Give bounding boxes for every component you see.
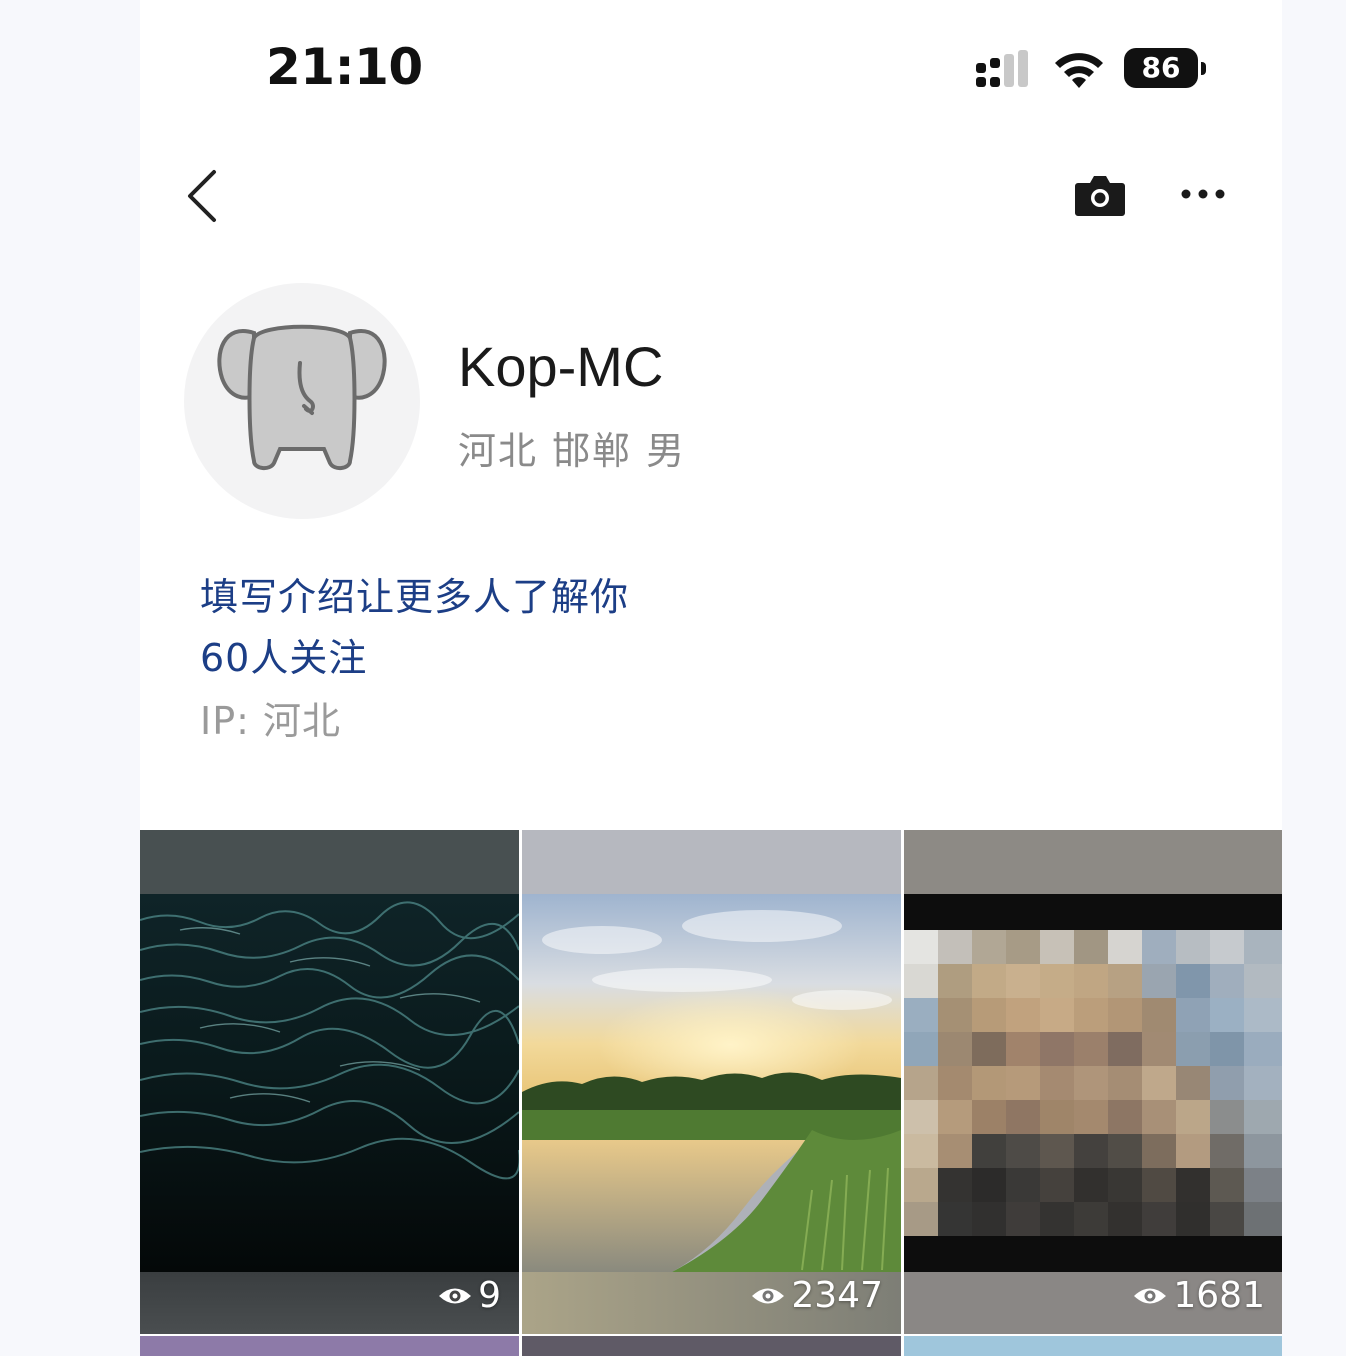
view-count: 9 bbox=[438, 1275, 501, 1316]
view-count-value: 9 bbox=[478, 1275, 501, 1316]
post-image-blurred bbox=[904, 830, 1282, 1334]
avatar[interactable] bbox=[184, 283, 420, 519]
eye-icon bbox=[439, 1288, 472, 1303]
ip-location: IP: 河北 bbox=[200, 699, 342, 743]
back-icon[interactable] bbox=[182, 166, 222, 226]
post-tile[interactable]: 1681 bbox=[904, 830, 1282, 1334]
battery-icon: 86 bbox=[1124, 48, 1198, 88]
username: Kop-MC bbox=[458, 335, 664, 398]
post-tile-partial[interactable] bbox=[904, 1336, 1282, 1356]
bio-prompt-link[interactable]: 填写介绍让更多人了解你 bbox=[200, 566, 629, 621]
post-grid: 9 2347 1681 bbox=[140, 830, 1282, 1356]
elephant-icon bbox=[217, 324, 387, 470]
profile-screen: 21:10 86 Kop-MC 河北 邯郸 男 填写介绍让更多人了解你 60人关… bbox=[140, 0, 1282, 1356]
post-tile-partial[interactable] bbox=[140, 1336, 519, 1356]
wifi-icon bbox=[1055, 53, 1103, 88]
location-gender: 河北 邯郸 男 bbox=[458, 429, 687, 473]
post-image-ocean bbox=[140, 830, 519, 1334]
battery-cap bbox=[1201, 62, 1206, 75]
status-time: 21:10 bbox=[266, 38, 423, 96]
view-count-value: 2347 bbox=[791, 1275, 883, 1316]
view-count: 2347 bbox=[751, 1275, 883, 1316]
post-image-sunset bbox=[522, 830, 901, 1334]
signal-icon bbox=[976, 50, 1028, 87]
more-icon[interactable] bbox=[1180, 186, 1226, 202]
view-count-value: 1681 bbox=[1173, 1275, 1265, 1316]
followers-link[interactable]: 60人关注 bbox=[200, 627, 367, 682]
camera-icon[interactable] bbox=[1074, 173, 1126, 217]
view-count: 1681 bbox=[1133, 1275, 1265, 1316]
post-tile-partial[interactable] bbox=[522, 1336, 901, 1356]
eye-icon bbox=[752, 1288, 785, 1303]
post-tile[interactable]: 2347 bbox=[522, 830, 901, 1334]
post-tile[interactable]: 9 bbox=[140, 830, 519, 1334]
eye-icon bbox=[1134, 1288, 1167, 1303]
